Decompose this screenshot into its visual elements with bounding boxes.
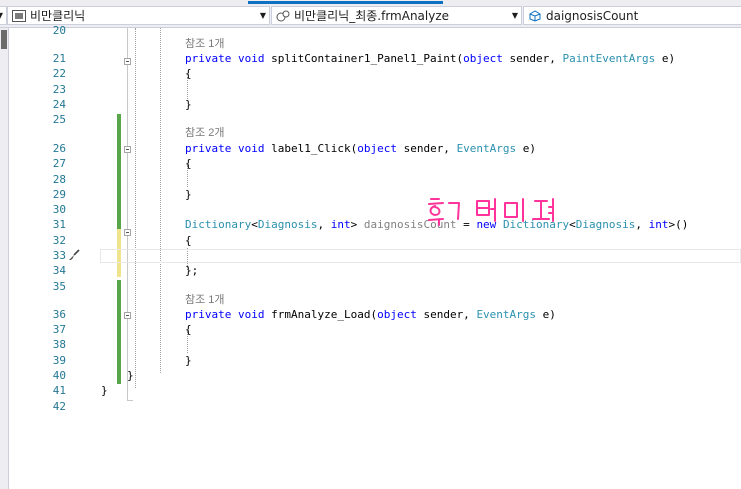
line-number: 42 [52, 400, 66, 413]
line-number: 41 [52, 384, 66, 397]
code-line: } [101, 384, 108, 397]
code-line: } [185, 188, 192, 201]
code-line: private void frmAnalyze_Load(object send… [185, 308, 556, 321]
overview-marker [1, 30, 7, 49]
code-line: { [185, 157, 192, 170]
line-number: 34 [52, 264, 66, 277]
handwritten-annotation [428, 198, 554, 226]
code-editor[interactable]: 참조 1개 참조 2개 참조 1개 20 21 private void spl… [33, 24, 741, 489]
line-number: 21 [52, 52, 66, 65]
field-icon [529, 9, 541, 22]
line-number: 37 [52, 323, 66, 336]
line-number: 38 [52, 338, 66, 351]
line-number: 33 [52, 249, 66, 262]
code-line: { [185, 234, 192, 247]
line-number: 28 [52, 173, 66, 186]
active-tab-indicator [248, 1, 443, 4]
line-number: 29 [52, 188, 66, 201]
line-number: 40 [52, 369, 66, 382]
line-number: 20 [52, 24, 66, 37]
gutter [9, 28, 33, 489]
code-line: { [185, 323, 192, 336]
class-icon [276, 10, 290, 21]
chevron-down-icon: ▼ [259, 11, 266, 20]
dropdown-arrow-stub[interactable]: ▼ [0, 6, 7, 25]
line-number: 36 [52, 308, 66, 321]
quick-action-brush-icon[interactable] [68, 249, 80, 261]
line-number: 23 [52, 83, 66, 96]
code-line: } [127, 369, 134, 382]
left-margin-bar [0, 28, 9, 489]
line-number: 35 [52, 280, 66, 293]
chevron-down-icon: ▼ [0, 7, 3, 24]
line-number: 31 [52, 218, 66, 231]
code-line: } [185, 354, 192, 367]
csharp-project-icon [12, 9, 26, 22]
project-combo-label: 비만클리닉 [30, 9, 86, 23]
line-number: 24 [52, 98, 66, 111]
line-number: 25 [52, 113, 66, 126]
code-line: { [185, 67, 192, 80]
code-line: }; [185, 264, 199, 277]
line-number: 32 [52, 234, 66, 247]
line-number: 27 [52, 157, 66, 170]
chevron-down-icon: ▼ [511, 11, 518, 20]
code-line: private void label1_Click(object sender,… [185, 142, 537, 155]
code-line: private void splitContainer1_Panel1_Pain… [185, 52, 676, 65]
code-line: } [185, 98, 192, 111]
line-number: 26 [52, 142, 66, 155]
member-combo-label: daignosisCount [546, 8, 639, 23]
type-combo-label: 비만클리닉_최종.frmAnalyze [294, 9, 450, 23]
line-number: 39 [52, 354, 66, 367]
line-number: 22 [52, 67, 66, 80]
line-number: 30 [52, 203, 66, 216]
